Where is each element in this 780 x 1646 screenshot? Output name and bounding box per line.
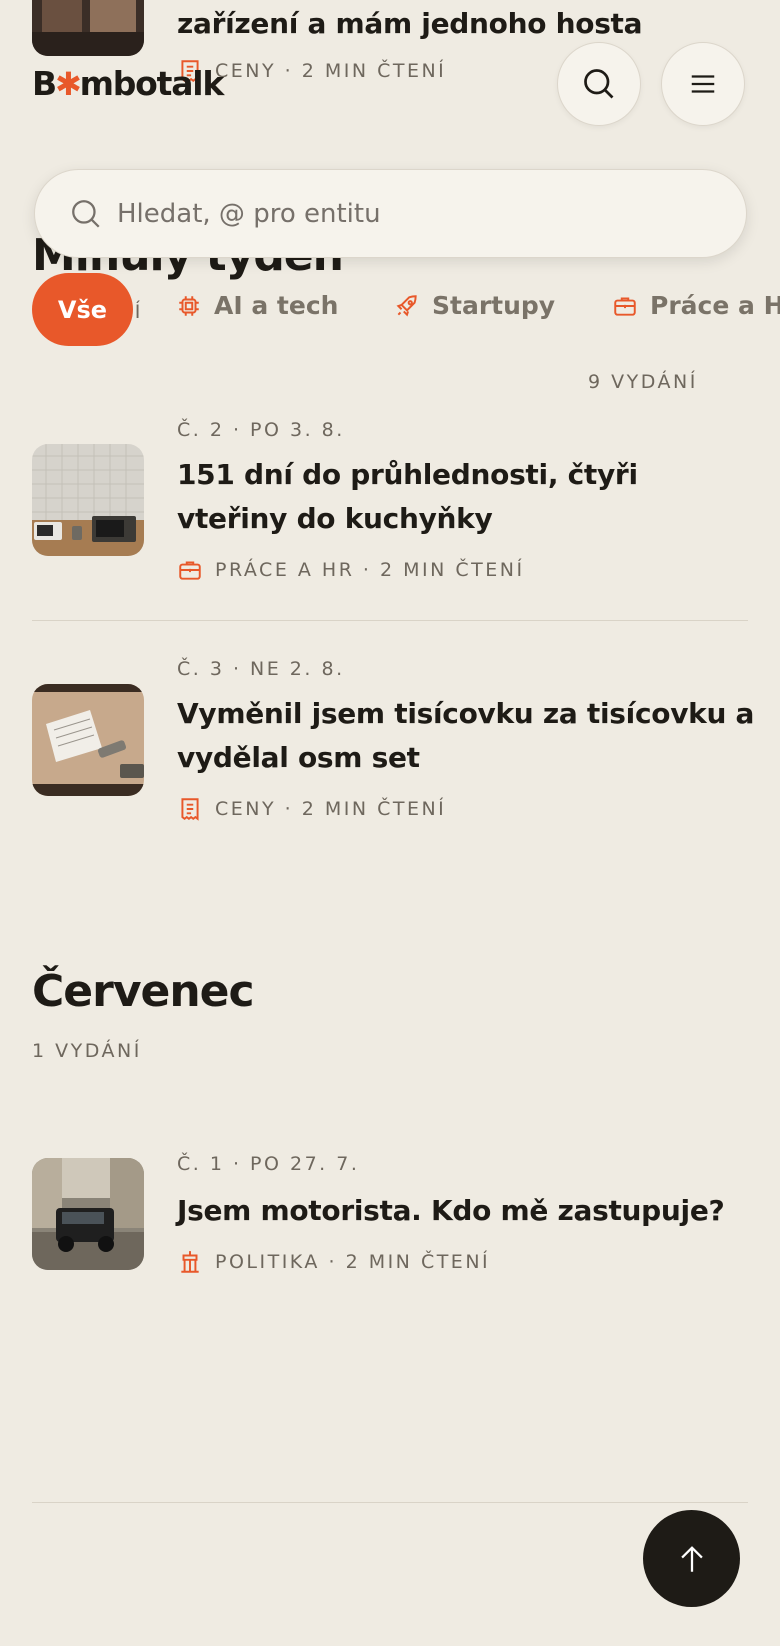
article-title-partial[interactable]: zařízení a mám jednoho hosta	[177, 2, 757, 46]
article-thumbnail[interactable]	[32, 444, 144, 556]
logo-star-icon: ✱	[54, 64, 82, 103]
read-time: 2 MIN ČTENÍ	[345, 1251, 491, 1273]
search-input[interactable]	[117, 198, 677, 229]
read-time: 2 MIN ČTENÍ	[301, 60, 447, 82]
menu-icon	[691, 75, 715, 93]
divider	[32, 1502, 748, 1503]
filter-chip-prace-hr[interactable]: Práce a HR	[612, 291, 780, 320]
read-time: 2 MIN ČTENÍ	[380, 559, 525, 581]
article-category: CENY · 2 MIN ČTENÍ	[177, 796, 446, 822]
article-meta: Č. 3 · NE 2. 8.	[177, 658, 345, 680]
rocket-icon	[396, 294, 417, 316]
article-title[interactable]: Vyměnil jsem tisícovku za tisícovku a vy…	[177, 692, 757, 780]
read-time: 2 MIN ČTENÍ	[301, 798, 447, 820]
article-category: POLITIKA · 2 MIN ČTENÍ	[177, 1249, 490, 1275]
section-issue-count: 9 VYDÁNÍ	[588, 371, 698, 393]
article-title[interactable]: 151 dní do průhlednosti, čtyři vteřiny d…	[177, 453, 757, 541]
government-icon	[181, 1251, 199, 1273]
scroll-to-top-button[interactable]	[643, 1510, 740, 1607]
search-button[interactable]	[557, 42, 641, 126]
arrow-up-icon	[680, 1545, 703, 1572]
category-label: POLITIKA	[215, 1251, 320, 1273]
search-bar[interactable]	[34, 169, 747, 258]
article-meta: Č. 1 · PO 27. 7.	[177, 1153, 360, 1175]
section-heading-july: Červenec	[32, 966, 255, 1017]
filter-chip-ai-tech[interactable]: AI a tech	[176, 291, 338, 320]
briefcase-icon	[614, 296, 636, 316]
bombotalk-logo[interactable]: B ✱ mbotalk	[32, 64, 224, 103]
article-thumbnail[interactable]	[32, 684, 144, 796]
category-label: CENY	[215, 60, 277, 82]
section-issue-count: 1 VYDÁNÍ	[32, 1040, 142, 1062]
search-icon	[584, 69, 614, 99]
divider	[32, 620, 748, 621]
article-thumbnail[interactable]	[32, 1158, 144, 1270]
article-title[interactable]: Jsem motorista. Kdo mě zastupuje?	[177, 1189, 757, 1233]
category-label: CENY	[215, 798, 277, 820]
category-filter-bar: Vše AI a tech Startupy Práce a HR	[0, 273, 780, 349]
filter-chip-all[interactable]: Vše	[32, 273, 133, 346]
menu-button[interactable]	[661, 42, 745, 126]
category-label: PRÁCE A HR	[215, 559, 355, 581]
filter-chip-startupy[interactable]: Startupy	[394, 291, 555, 320]
receipt-icon	[181, 798, 199, 821]
chip-icon	[179, 295, 199, 316]
article-meta: Č. 2 · PO 3. 8.	[177, 419, 345, 441]
article-thumbnail-partial[interactable]	[32, 0, 144, 56]
search-icon	[72, 199, 100, 228]
briefcase-icon	[179, 561, 201, 580]
article-category: PRÁCE A HR · 2 MIN ČTENÍ	[177, 557, 525, 583]
